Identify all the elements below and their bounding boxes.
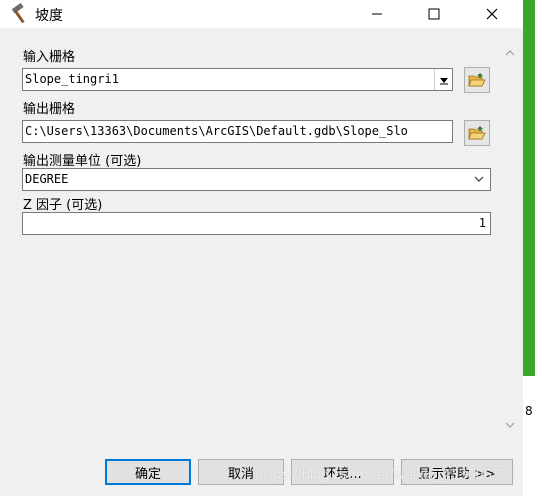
scroll-down-icon[interactable] <box>500 416 520 434</box>
vertical-scrollbar[interactable] <box>500 36 520 436</box>
z-factor-value: 1 <box>478 216 486 230</box>
output-raster-browse-button[interactable] <box>464 120 490 146</box>
output-raster-value: C:\Users\13363\Documents\ArcGIS\Default.… <box>25 124 408 138</box>
ok-button[interactable]: 确定 <box>105 459 191 485</box>
chevron-down-icon <box>472 169 486 190</box>
watermark-text: https://blog.csdn.net/weixin_43360657 <box>255 468 509 483</box>
input-raster-combo[interactable]: Slope_tingri1 <box>22 68 453 91</box>
hammer-icon <box>9 2 31 25</box>
close-button[interactable] <box>469 0 515 28</box>
chevron-down-icon[interactable] <box>434 69 452 90</box>
z-factor-input[interactable]: 1 <box>22 212 491 235</box>
input-raster-browse-button[interactable] <box>464 67 490 93</box>
output-raster-input[interactable]: C:\Users\13363\Documents\ArcGIS\Default.… <box>22 120 453 143</box>
title-bar[interactable]: 坡度 <box>0 0 523 28</box>
output-unit-value: DEGREE <box>25 172 69 186</box>
background-green-region <box>523 0 535 376</box>
window-title: 坡度 <box>35 8 63 24</box>
folder-open-icon <box>468 126 486 140</box>
maximize-button[interactable] <box>411 0 457 28</box>
output-unit-label: 输出测量单位 (可选) <box>23 154 142 169</box>
output-raster-label: 输出栅格 <box>23 102 76 117</box>
input-raster-value: Slope_tingri1 <box>25 72 119 86</box>
scroll-up-icon[interactable] <box>500 44 520 62</box>
input-raster-label: 输入栅格 <box>23 50 76 65</box>
parameters-panel: 输入栅格 Slope_tingri1 输出栅格 C:\Users\13363\D… <box>0 28 523 448</box>
folder-open-icon <box>468 73 486 87</box>
z-factor-label: Z 因子 (可选) <box>23 198 103 213</box>
slope-tool-dialog: 坡度 输入栅格 Slope_tingri1 输出栅格 C:\Users\1336… <box>0 0 523 496</box>
output-unit-select[interactable]: DEGREE <box>22 168 491 191</box>
background-number: 8 <box>525 404 533 418</box>
minimize-button[interactable] <box>354 0 400 28</box>
background-window-edge: 8 <box>523 0 535 496</box>
